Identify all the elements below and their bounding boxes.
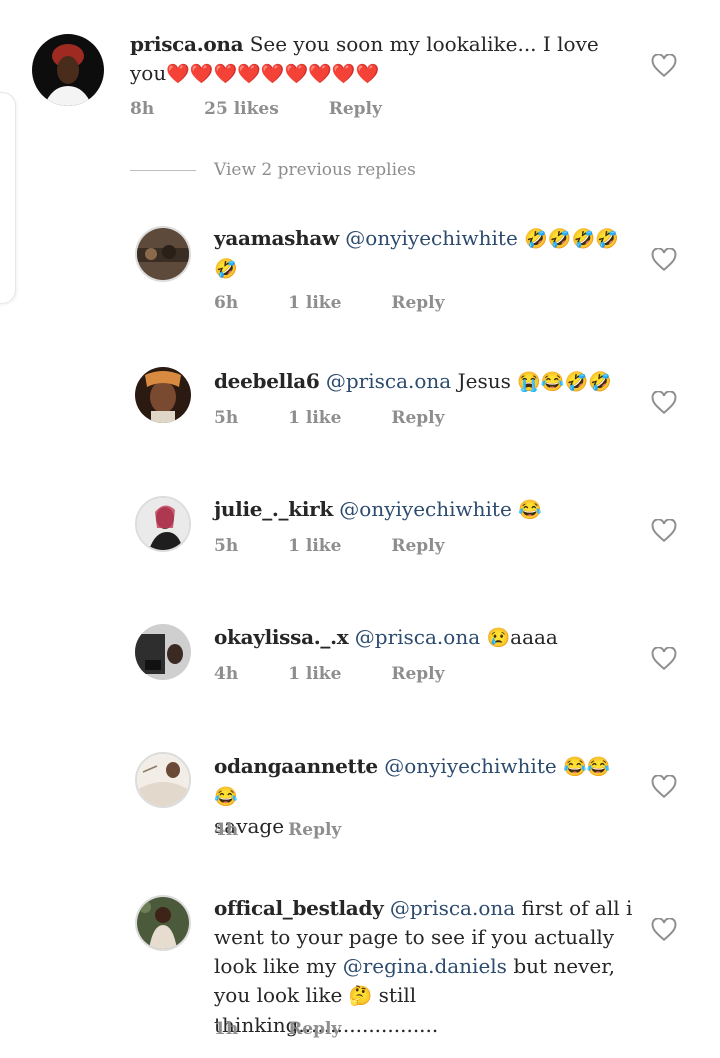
comment-time: 6h (214, 293, 239, 313)
side-panel-edge (0, 92, 16, 304)
comment-username[interactable]: okaylissa._.x (214, 625, 349, 649)
avatar[interactable] (135, 895, 191, 951)
comment-mention[interactable]: @prisca.ona (326, 369, 451, 393)
comment-meta: 6h 1 like Reply (214, 293, 488, 313)
comment-username[interactable]: prisca.ona (130, 32, 244, 56)
comment-username[interactable]: julie_._kirk (214, 497, 333, 521)
divider (130, 170, 196, 171)
comment-emoji: 😂 (518, 499, 542, 521)
heart-outline-icon[interactable] (651, 391, 677, 415)
like-count[interactable]: 1 like (288, 664, 341, 684)
comment-time: 8h (130, 99, 155, 119)
comment-mention[interactable]: @onyiyechiwhite (339, 497, 512, 521)
comment-time: 4h (214, 820, 239, 840)
comment-time: 1h (214, 1019, 239, 1039)
comment-body: yaamashaw @onyiyechiwhite 🤣🤣🤣🤣🤣 (214, 224, 634, 284)
comment-text: aaaa (510, 625, 558, 649)
avatar[interactable] (135, 624, 191, 680)
comment-time: 4h (214, 664, 239, 684)
avatar[interactable] (135, 367, 191, 423)
comment-mention[interactable]: @onyiyechiwhite (384, 754, 557, 778)
comment-username[interactable]: yaamashaw (214, 226, 339, 250)
heart-outline-icon[interactable] (651, 248, 677, 272)
avatar[interactable] (32, 34, 104, 106)
reply-button[interactable]: Reply (288, 1019, 341, 1039)
like-count[interactable]: 1 like (288, 293, 341, 313)
comment-meta: 4h Reply (214, 820, 385, 840)
comment-emoji: 😭😂🤣🤣 (517, 371, 612, 393)
heart-outline-icon[interactable] (651, 519, 677, 543)
heart-outline-icon[interactable] (651, 647, 677, 671)
avatar[interactable] (135, 752, 191, 808)
comment-username[interactable]: deebella6 (214, 369, 320, 393)
comment-mention[interactable]: @onyiyechiwhite (345, 226, 518, 250)
comment-mention[interactable]: @prisca.ona (355, 625, 480, 649)
comment-username[interactable]: odangaannette (214, 754, 378, 778)
comment-meta: 5h 1 like Reply (214, 536, 488, 556)
reply-button[interactable]: Reply (288, 820, 341, 840)
comment-time: 5h (214, 536, 239, 556)
comment-meta: 4h 1 like Reply (214, 664, 488, 684)
avatar[interactable] (135, 496, 191, 552)
comment-time: 5h (214, 408, 239, 428)
like-count[interactable]: 1 like (288, 408, 341, 428)
comment-meta: 5h 1 like Reply (214, 408, 488, 428)
comment-mention[interactable]: @prisca.ona (390, 896, 515, 920)
comment-text: Jesus (457, 369, 511, 393)
heart-outline-icon[interactable] (651, 918, 677, 942)
comment-emoji: 😢 (486, 627, 511, 649)
comment-body: julie_._kirk @onyiyechiwhite 😂 (214, 495, 634, 525)
like-count[interactable]: 25 likes (204, 99, 279, 119)
comment-meta: 1h Reply (214, 1019, 385, 1039)
comment-emoji: ❤️❤️❤️❤️❤️❤️❤️❤️❤️ (166, 63, 380, 85)
avatar[interactable] (135, 226, 191, 282)
heart-outline-icon[interactable] (651, 775, 677, 799)
heart-outline-icon[interactable] (651, 54, 677, 78)
reply-button[interactable]: Reply (329, 99, 382, 119)
like-count[interactable]: 1 like (288, 536, 341, 556)
comment-body: okaylissa._.x @prisca.ona 😢aaaa (214, 623, 634, 653)
reply-button[interactable]: Reply (391, 664, 444, 684)
reply-button[interactable]: Reply (391, 536, 444, 556)
comment-emoji: 🤔 (348, 985, 373, 1007)
comment-body: deebella6 @prisca.ona Jesus 😭😂🤣🤣 (214, 367, 634, 397)
comment-mention[interactable]: @regina.daniels (343, 954, 507, 978)
comment-meta: 8h 25 likes Reply (130, 99, 426, 119)
view-previous-replies[interactable]: View 2 previous replies (130, 160, 416, 184)
reply-button[interactable]: Reply (391, 408, 444, 428)
reply-button[interactable]: Reply (391, 293, 444, 313)
comment-username[interactable]: offical_bestlady (214, 896, 384, 920)
comment-body: prisca.ona See you soon my lookalike... … (130, 30, 630, 89)
